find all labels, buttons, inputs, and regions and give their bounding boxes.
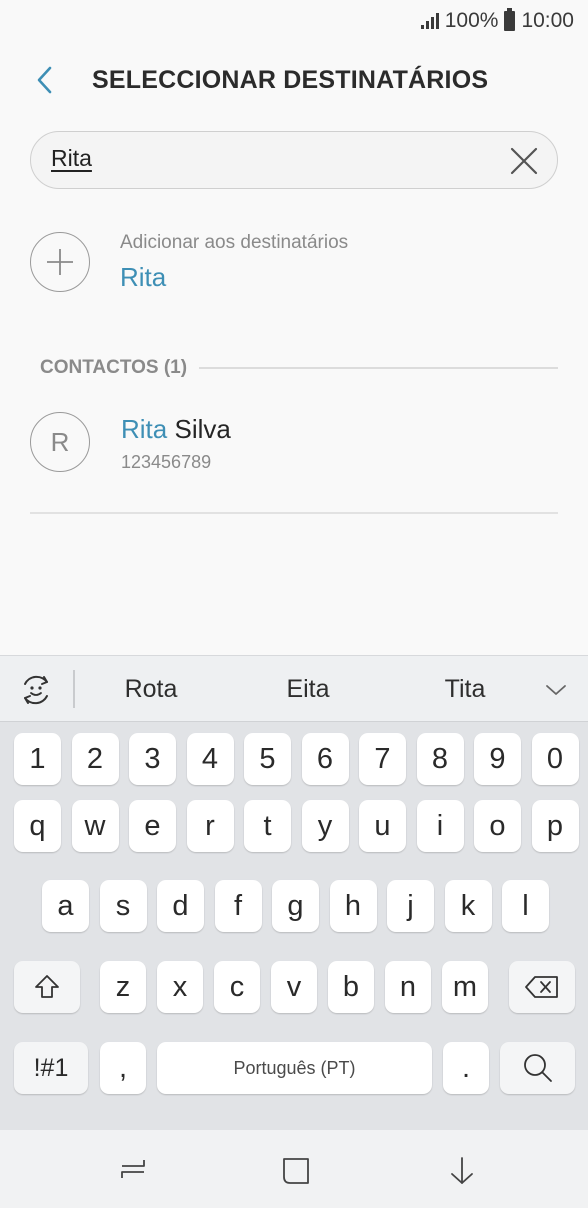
number-key-1[interactable]: 2 — [71, 733, 119, 785]
letter-key-0[interactable]: a — [42, 880, 89, 932]
shift-key[interactable] — [14, 961, 80, 1013]
letter-key-6[interactable]: j — [387, 880, 434, 932]
battery-percent: 100% — [444, 9, 499, 32]
letter-key-3[interactable]: r — [186, 800, 234, 852]
plus-icon — [47, 249, 73, 275]
chevron-down-icon[interactable] — [544, 678, 568, 702]
letter-key-6[interactable]: u — [359, 800, 406, 852]
page-title: SELECCIONAR DESTINATÁRIOS — [92, 66, 489, 94]
suggestion-3[interactable]: Tita — [395, 675, 535, 704]
backspace-key[interactable] — [509, 961, 575, 1013]
number-key-2[interactable]: 3 — [129, 733, 176, 785]
add-recipient-name: Rita — [120, 262, 167, 292]
number-key-8[interactable]: 9 — [474, 733, 521, 785]
letter-key-4[interactable]: t — [244, 800, 291, 852]
symbols-key[interactable]: !#1 — [14, 1042, 88, 1094]
contact-number: 123456789 — [121, 452, 212, 472]
letter-key-5[interactable]: h — [329, 880, 377, 932]
number-key-5[interactable]: 6 — [301, 733, 349, 785]
contacts-section-label: CONTACTOS (1) — [40, 357, 188, 378]
period-key[interactable]: . — [443, 1042, 489, 1094]
add-recipient-row[interactable]: Adicionar aos destinatários Rita — [30, 232, 558, 294]
letter-key-1[interactable]: w — [71, 800, 119, 852]
number-key-9[interactable]: 0 — [531, 733, 579, 785]
signal-icon — [420, 13, 439, 29]
number-key-0[interactable]: 1 — [14, 733, 61, 785]
letter-key-5[interactable]: y — [301, 800, 349, 852]
contact-name-rest: Silva — [167, 414, 231, 444]
letter-key-7[interactable]: k — [444, 880, 492, 932]
suggestion-separator — [73, 670, 75, 708]
contact-name-match: Rita — [121, 414, 168, 444]
close-icon[interactable] — [509, 146, 539, 176]
letter-key-1[interactable]: x — [157, 961, 203, 1013]
keyboard: Rota Eita Tita 1234567890 qwertyuiop asd… — [0, 655, 588, 1130]
back-icon[interactable] — [30, 64, 62, 96]
suggestion-2[interactable]: Eita — [238, 675, 378, 704]
add-recipient-label: Adicionar aos destinatários — [120, 232, 349, 253]
letter-key-2[interactable]: d — [157, 880, 204, 932]
backspace-icon — [525, 976, 558, 998]
number-key-3[interactable]: 4 — [186, 733, 234, 785]
avatar: R — [30, 412, 90, 472]
letter-key-0[interactable]: q — [14, 800, 61, 852]
number-key-7[interactable]: 8 — [416, 733, 464, 785]
letter-key-3[interactable]: v — [271, 961, 317, 1013]
search-field[interactable]: Rita — [30, 131, 558, 189]
contacts-section-header: CONTACTOS (1) — [40, 355, 558, 381]
section-divider — [199, 367, 558, 369]
search-input[interactable]: Rita — [51, 145, 92, 172]
status-indicators: 100% 10:00 — [420, 8, 574, 34]
list-divider — [30, 512, 558, 514]
navigation-bar — [0, 1130, 588, 1208]
search-key[interactable] — [500, 1042, 575, 1094]
contact-name: Rita Silva — [121, 414, 231, 445]
letter-key-6[interactable]: m — [442, 961, 488, 1013]
back-nav-icon[interactable] — [447, 1156, 477, 1186]
letter-key-4[interactable]: b — [328, 961, 374, 1013]
clock: 10:00 — [521, 9, 574, 32]
comma-key[interactable]: , — [100, 1042, 146, 1094]
home-icon[interactable] — [281, 1156, 311, 1186]
contact-row[interactable]: R Rita Silva 123456789 — [30, 412, 558, 474]
letter-key-9[interactable]: p — [531, 800, 579, 852]
letter-key-2[interactable]: c — [214, 961, 260, 1013]
letter-key-3[interactable]: f — [214, 880, 262, 932]
suggestion-1[interactable]: Rota — [81, 675, 221, 704]
number-key-4[interactable]: 5 — [244, 733, 291, 785]
letter-key-4[interactable]: g — [272, 880, 319, 932]
battery-icon — [504, 8, 516, 31]
letter-key-8[interactable]: o — [474, 800, 521, 852]
letter-key-5[interactable]: n — [385, 961, 431, 1013]
letter-key-2[interactable]: e — [129, 800, 176, 852]
number-key-6[interactable]: 7 — [359, 733, 406, 785]
recent-apps-icon[interactable] — [118, 1156, 148, 1182]
status-bar: 100% 10:00 — [0, 0, 588, 42]
header: SELECCIONAR DESTINATÁRIOS — [0, 52, 588, 108]
space-key[interactable]: Português (PT) — [157, 1042, 432, 1094]
letter-key-0[interactable]: z — [100, 961, 146, 1013]
shift-icon — [35, 975, 59, 998]
add-recipient-button[interactable] — [30, 232, 90, 292]
search-icon — [523, 1054, 552, 1082]
letter-key-1[interactable]: s — [99, 880, 147, 932]
letter-key-7[interactable]: i — [416, 800, 464, 852]
letter-key-8[interactable]: l — [502, 880, 549, 932]
emoji-icon[interactable] — [18, 672, 54, 708]
suggestion-bar: Rota Eita Tita — [0, 655, 588, 722]
